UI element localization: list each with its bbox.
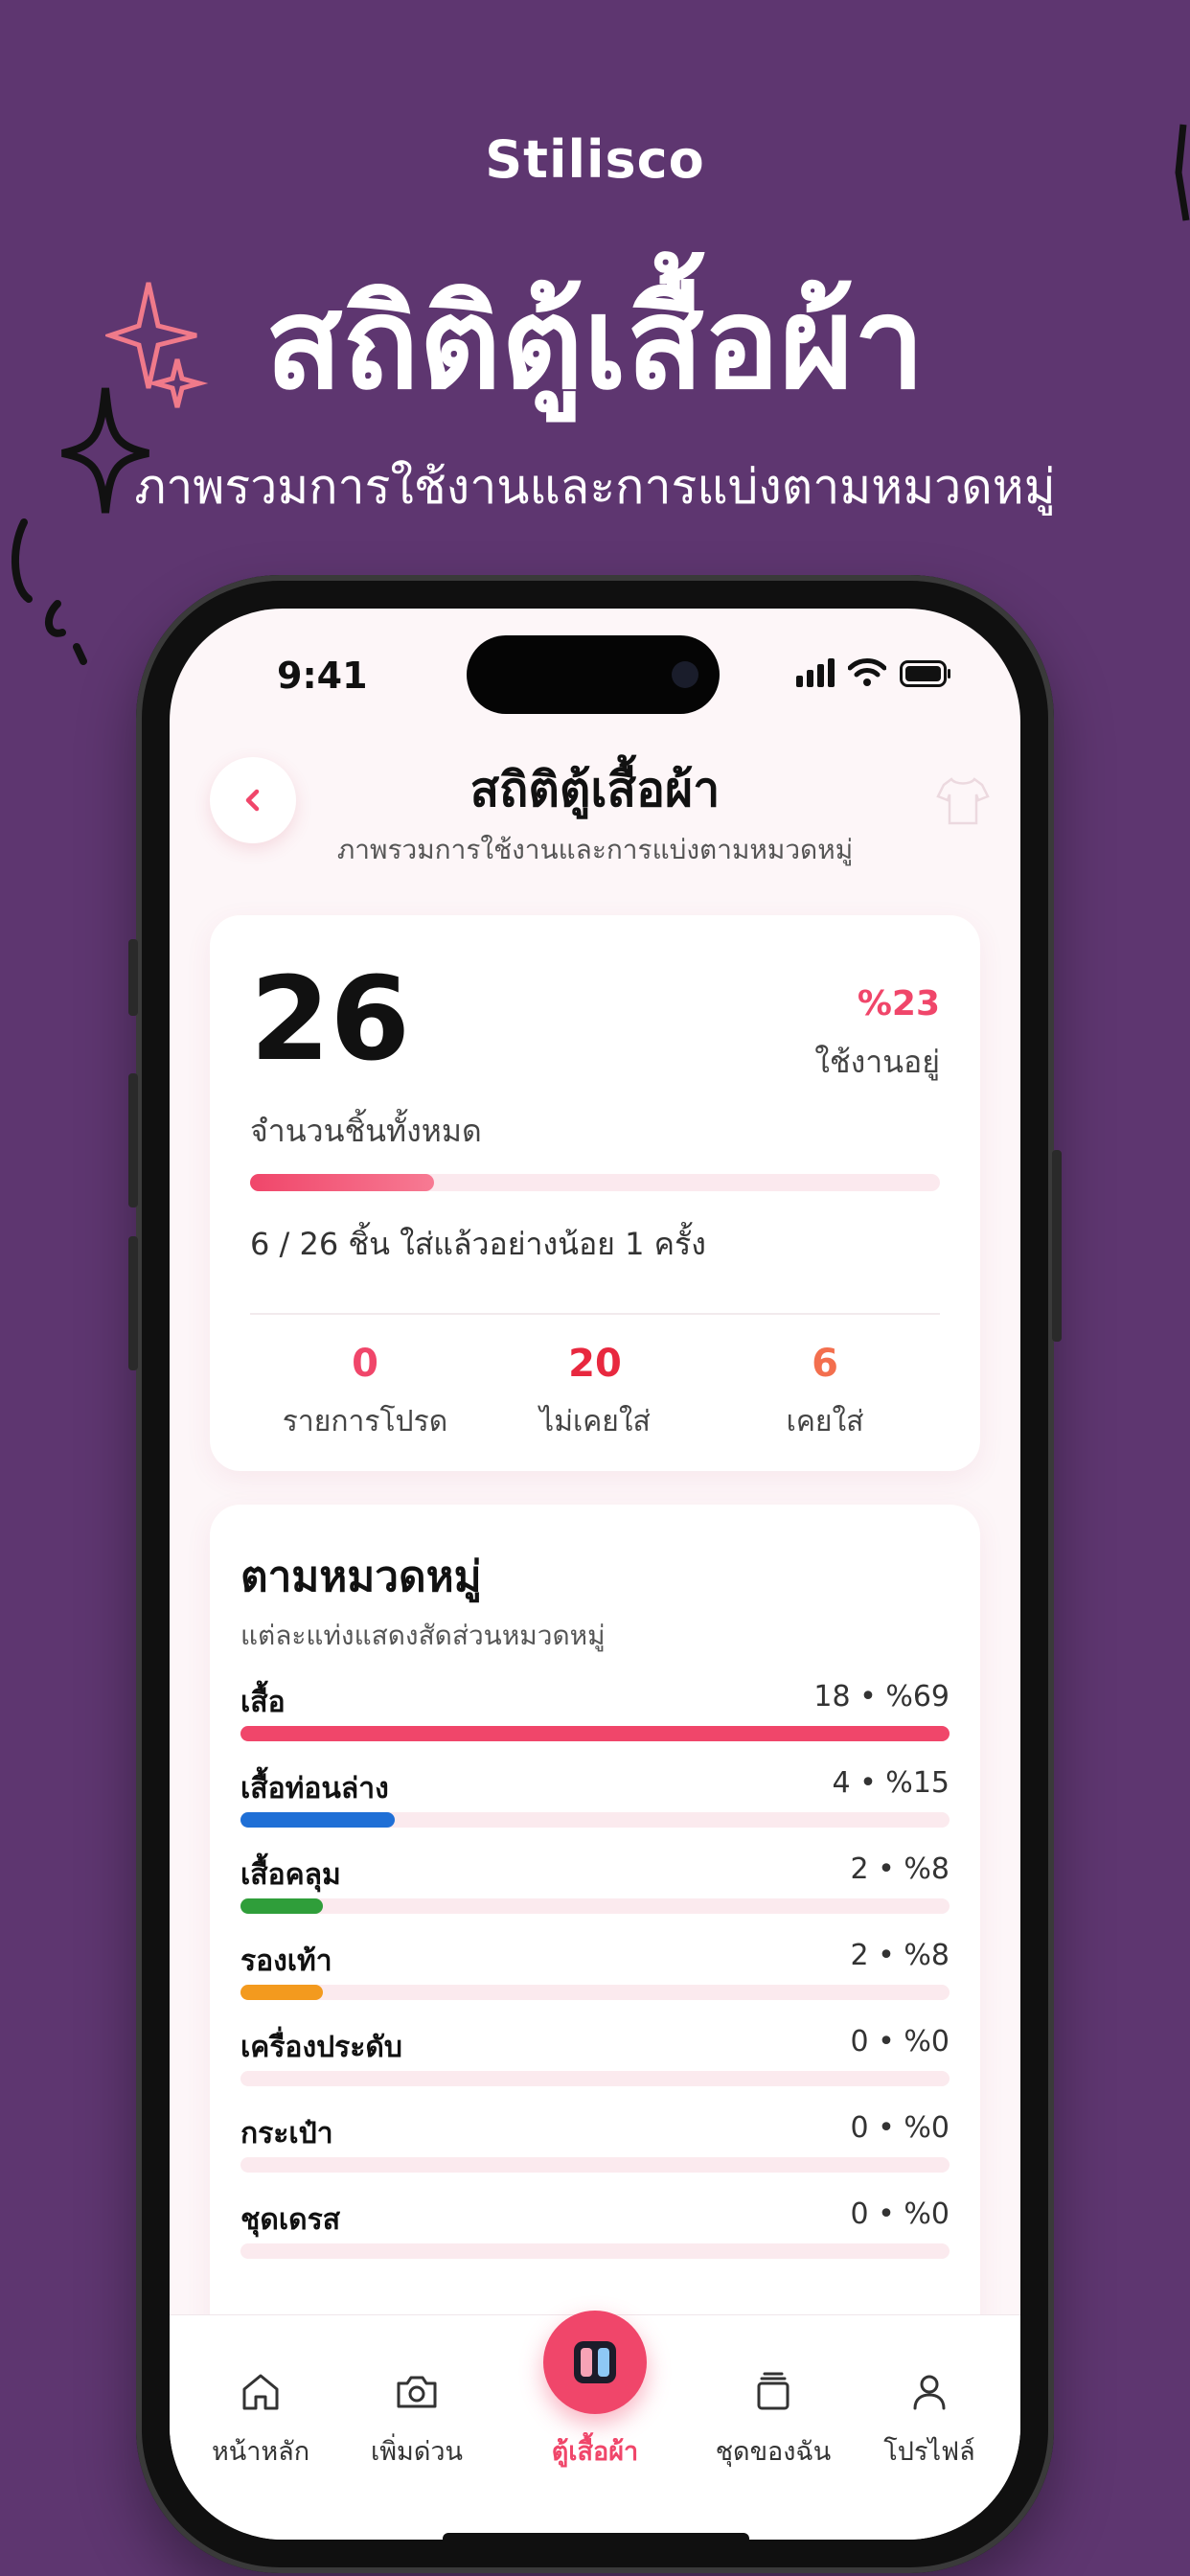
outfits-icon — [757, 2372, 790, 2410]
usage-label: ใช้งานอยู่ — [814, 1044, 940, 1080]
status-icons — [796, 658, 951, 687]
tab-profile[interactable]: โปรไฟล์ — [858, 2363, 1001, 2472]
category-value: 4 • %15 — [832, 1766, 950, 1800]
category-row[interactable]: เสื้อ 18 • %69 — [240, 1680, 950, 1766]
swirl-doodle-icon — [11, 518, 87, 665]
category-bar-fill — [240, 1985, 323, 2000]
category-name: เครื่องประดับ — [240, 2031, 402, 2064]
category-value: 2 • %8 — [850, 1939, 950, 1972]
stat-value: 6 — [812, 1342, 838, 1386]
categories-card: ตามหมวดหมู่ แต่ละแท่งแสดงสัดส่วนหมวดหมู่… — [210, 1505, 980, 2367]
category-name: กระเป๋า — [240, 2117, 333, 2150]
status-time: 9:41 — [277, 655, 368, 697]
wifi-icon — [848, 658, 886, 686]
total-count: 26 — [250, 954, 410, 1087]
tab-label: โปรไฟล์ — [883, 2437, 975, 2467]
category-bar-fill — [240, 1812, 395, 1828]
brand-name: Stilisco — [485, 129, 705, 190]
usage-percent: %23 — [857, 984, 940, 1024]
divider — [250, 1313, 940, 1315]
category-bar — [240, 2243, 950, 2259]
wardrobe-icon — [574, 2341, 616, 2383]
stat-value: 0 — [352, 1342, 378, 1386]
category-bar — [240, 1985, 950, 2000]
category-value: 0 • %0 — [850, 2197, 950, 2231]
summary-card: 26 %23 ใช้งานอยู่ จำนวนชิ้นทั้งหมด 6 / 2… — [210, 915, 980, 1471]
category-row[interactable]: เครื่องประดับ 0 • %0 — [240, 2025, 950, 2111]
tab-my-outfits[interactable]: ชุดของฉัน — [701, 2363, 845, 2472]
total-label: จำนวนชิ้นทั้งหมด — [250, 1113, 482, 1149]
tab-label: ชุดของฉัน — [715, 2437, 832, 2467]
categories-subtitle: แต่ละแท่งแสดงสัดส่วนหมวดหมู่ — [240, 1620, 606, 1651]
category-row[interactable]: รองเท้า 2 • %8 — [240, 1939, 950, 2025]
category-bar — [240, 1898, 950, 1914]
home-icon — [242, 2374, 279, 2410]
camera-icon — [397, 2376, 437, 2408]
category-row[interactable]: เสื้อคลุม 2 • %8 — [240, 1852, 950, 1939]
usage-progress-bar — [250, 1174, 940, 1191]
category-row[interactable]: ชุดเดรส 0 • %0 — [240, 2197, 950, 2284]
tab-quick-add[interactable]: เพิ่มด่วน — [345, 2363, 489, 2472]
stat-favorites: 0 รายการโปรด — [250, 1342, 480, 1444]
stat-worn: 6 เคยใส่ — [710, 1342, 940, 1444]
star-doodle-icon — [61, 387, 149, 514]
shirt-watermark-icon — [936, 777, 990, 825]
page-title: สถิติตู้เสื้อผ้า — [469, 762, 721, 817]
page-subtitle: ภาพรวมการใช้งานและการแบ่งตามหมวดหมู่ — [336, 834, 854, 865]
category-value: 2 • %8 — [850, 1852, 950, 1886]
category-name: ชุดเดรส — [240, 2203, 341, 2237]
category-row[interactable]: เสื้อท่อนล่าง 4 • %15 — [240, 1766, 950, 1852]
category-name: รองเท้า — [240, 1944, 332, 1978]
signal-icon — [796, 658, 835, 687]
stat-label: เคยใส่ — [786, 1405, 864, 1438]
stat-label: ไม่เคยใส่ — [539, 1405, 651, 1438]
stat-never-worn: 20 ไม่เคยใส่ — [480, 1342, 710, 1444]
category-value: 0 • %0 — [850, 2025, 950, 2058]
category-name: เสื้อคลุม — [240, 1858, 341, 1892]
tab-label: เพิ่มด่วน — [371, 2437, 463, 2467]
tab-label: หน้าหลัก — [211, 2437, 310, 2467]
dynamic-island — [467, 635, 720, 714]
edge-doodle-icon — [1175, 124, 1190, 221]
stat-value: 20 — [568, 1342, 622, 1386]
category-bar — [240, 1726, 950, 1741]
bottom-tab-bar: หน้าหลัก เพิ่มด่วน ตู้เสื้อผ้า ชุดของฉัน… — [170, 2311, 1020, 2540]
tab-home[interactable]: หน้าหลัก — [189, 2363, 332, 2472]
category-bar-fill — [240, 1726, 950, 1741]
battery-icon — [900, 660, 950, 687]
phone-frame: 9:41 สถิติตู้เสื้อผ้า ภาพรวมการใช้งานและ… — [128, 575, 1062, 2573]
stat-label: รายการโปรด — [282, 1405, 448, 1438]
promo-subtitle: ภาพรวมการใช้งานและการแบ่งตามหมวดหมู่ — [134, 459, 1056, 515]
usage-progress-fill — [250, 1174, 435, 1191]
category-row[interactable]: กระเป๋า 0 • %0 — [240, 2111, 950, 2197]
category-bar-fill — [240, 1898, 323, 1914]
category-bar — [240, 2157, 950, 2173]
tab-label: ตู้เสื้อผ้า — [551, 2437, 639, 2467]
category-value: 0 • %0 — [850, 2111, 950, 2145]
category-name: เสื้อ — [240, 1686, 286, 1719]
category-bar — [240, 1812, 950, 1828]
profile-icon — [913, 2375, 946, 2410]
categories-title: ตามหมวดหมู่ — [240, 1552, 482, 1601]
worn-count-text: 6 / 26 ชิ้น ใส่แล้วอย่างน้อย 1 ครั้ง — [250, 1226, 706, 1262]
wardrobe-fab-button[interactable] — [543, 2311, 647, 2414]
category-bar — [240, 2071, 950, 2086]
category-value: 18 • %69 — [813, 1680, 950, 1714]
app-screen: 9:41 สถิติตู้เสื้อผ้า ภาพรวมการใช้งานและ… — [170, 609, 1020, 2540]
category-name: เสื้อท่อนล่าง — [240, 1772, 389, 1806]
home-indicator — [443, 2533, 749, 2540]
